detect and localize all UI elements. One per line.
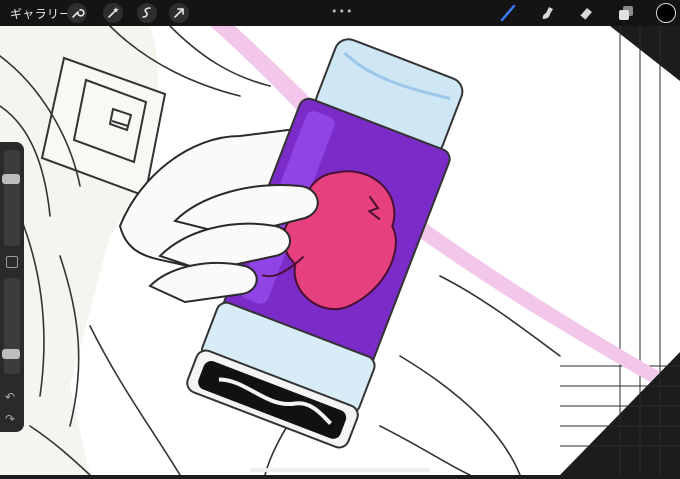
artwork-svg bbox=[0, 25, 680, 476]
drawing-canvas[interactable] bbox=[0, 25, 680, 476]
gallery-button[interactable]: ギャラリー bbox=[10, 5, 72, 22]
brush-icon[interactable] bbox=[498, 3, 518, 23]
transform-arrow-icon[interactable] bbox=[169, 3, 189, 23]
layers-icon[interactable] bbox=[616, 3, 636, 23]
opacity-slider[interactable] bbox=[4, 278, 20, 374]
wrench-icon[interactable] bbox=[67, 3, 87, 23]
opacity-knob[interactable] bbox=[2, 348, 20, 359]
home-indicator bbox=[250, 468, 430, 472]
top-toolbar: ギャラリー ••• bbox=[0, 0, 680, 26]
brush-size-slider[interactable] bbox=[4, 150, 20, 246]
left-sidebar: ↶ ↷ bbox=[0, 142, 24, 432]
selection-icon[interactable] bbox=[137, 3, 157, 23]
undo-button[interactable]: ↶ bbox=[5, 390, 15, 404]
magic-wand-icon[interactable] bbox=[103, 3, 123, 23]
color-picker-button[interactable] bbox=[656, 3, 676, 23]
more-options-button[interactable]: ••• bbox=[331, 5, 353, 18]
modify-button[interactable] bbox=[6, 256, 18, 268]
brush-size-knob[interactable] bbox=[2, 174, 20, 185]
redo-button[interactable]: ↷ bbox=[5, 412, 15, 426]
eraser-icon[interactable] bbox=[576, 3, 596, 23]
smudge-icon[interactable] bbox=[537, 3, 557, 23]
